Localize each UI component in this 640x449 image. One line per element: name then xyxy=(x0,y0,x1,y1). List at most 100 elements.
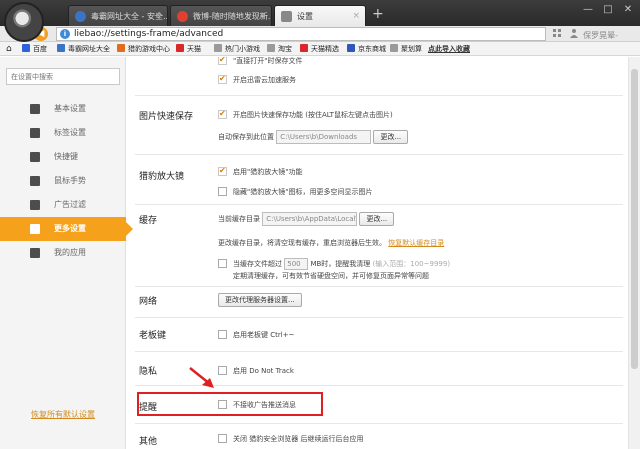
tmall-icon xyxy=(300,44,308,52)
gear-icon xyxy=(30,104,40,114)
divider xyxy=(135,317,623,318)
settings-sidebar: 基本设置 标签设置 快捷键 鼠标手势 广告过滤 更多设置 我的应用 恢复所有默认… xyxy=(0,57,133,449)
document-icon xyxy=(30,200,40,210)
image-save-row: 开启图片快速保存功能 (按住ALT鼠标左键点击图片) xyxy=(218,108,393,121)
cache-dir-input[interactable]: C:\Users\b\AppData\Local\lie xyxy=(262,212,358,226)
cache-limit-input[interactable]: 500 xyxy=(284,258,309,270)
user-icon[interactable] xyxy=(567,28,581,38)
navigation-bar: ◀ i liebao://settings-frame/advanced 保罗晃… xyxy=(0,26,640,42)
sidebar-item-advanced[interactable]: 更多设置 xyxy=(0,217,133,241)
section-title-network: 网络 xyxy=(139,297,158,307)
boss-key-checkbox[interactable] xyxy=(218,330,227,339)
scrollbar[interactable] xyxy=(628,57,640,449)
section-title-privacy: 隐私 xyxy=(139,367,158,377)
save-on-open-checkbox[interactable] xyxy=(218,57,227,66)
maximize-button[interactable]: □ xyxy=(598,4,618,15)
bookmark-baidu[interactable]: 百度 xyxy=(22,42,47,55)
sidebar-item-apps[interactable]: 我的应用 xyxy=(0,241,126,265)
cache-note: 更改缓存目录，将清空现有缓存，重启浏览器后生效。 xyxy=(218,239,386,247)
toolbar-right: 保罗晃晕- xyxy=(550,28,640,42)
tab-close-icon[interactable]: × xyxy=(154,6,162,26)
divider xyxy=(135,423,623,424)
proxy-settings-button[interactable]: 更改代理服务器设置... xyxy=(218,293,302,307)
boss-key-row: 启用老板键 Ctrl+~ xyxy=(218,329,294,341)
cache-limit-checkbox[interactable] xyxy=(218,259,227,268)
mouse-icon xyxy=(30,176,40,186)
pointer-arrow-icon xyxy=(189,367,214,388)
cache-limit-note: 定期清理缓存，可有效节省硬盘空间，并可修复页面异常等问题 xyxy=(233,272,429,280)
tab-close-icon[interactable]: × xyxy=(258,6,266,26)
magnifier-enable-checkbox[interactable] xyxy=(218,165,227,177)
folder-icon xyxy=(214,44,222,52)
bookmark-duba[interactable]: 毒霸网址大全 xyxy=(57,42,110,55)
cache-limit-row: 当缓存文件超过 500 MB时，提醒我清理 (输入范围：100~9999) xyxy=(218,258,450,270)
page-info-icon[interactable]: i xyxy=(60,29,70,39)
window-controls: — □ ✕ xyxy=(578,4,638,20)
keyboard-icon xyxy=(30,152,40,162)
sidebar-item-shortcuts[interactable]: 快捷键 xyxy=(0,145,126,169)
network-row: 更改代理服务器设置... xyxy=(218,293,302,307)
liebao-logo[interactable] xyxy=(4,2,44,42)
tab-weibo[interactable]: 微博-随时随地发现新... × xyxy=(170,5,272,26)
tab-close-icon[interactable]: × xyxy=(352,6,360,26)
sidebar-item-adblock[interactable]: 广告过滤 xyxy=(0,193,126,217)
section-title-cache: 缓存 xyxy=(139,216,158,226)
bookmark-tmall-select[interactable]: 天猫精选 xyxy=(300,42,339,55)
home-icon[interactable]: ⌂ xyxy=(6,42,12,55)
tab-settings[interactable]: 设置 × xyxy=(274,5,366,26)
xunlei-accel-row: 开启迅雷云加速服务 xyxy=(218,73,296,86)
do-not-track-checkbox[interactable] xyxy=(218,366,227,375)
address-bar[interactable]: i liebao://settings-frame/advanced xyxy=(56,27,546,41)
folder-icon xyxy=(267,44,275,52)
xunlei-accel-checkbox[interactable] xyxy=(218,73,227,85)
section-title-other: 其他 xyxy=(139,437,158,447)
sidebar-item-gestures[interactable]: 鼠标手势 xyxy=(0,169,126,193)
magnifier-hide-row: 隐藏"猎豹放大镜"图标，用更多空间显示图片 xyxy=(218,186,372,198)
minimize-button[interactable]: — xyxy=(578,4,598,15)
bookmark-games[interactable]: 猎豹游戏中心 xyxy=(117,42,170,55)
url-text[interactable]: liebao://settings-frame/advanced xyxy=(74,28,223,40)
cache-note-row: 更改缓存目录，将清空现有缓存，重启浏览器后生效。 恢复默认缓存目录 xyxy=(218,237,444,249)
games-icon xyxy=(117,44,125,52)
sidebar-item-basic[interactable]: 基本设置 xyxy=(0,97,126,121)
bookmark-juhuasuan[interactable]: 聚划算 xyxy=(390,42,422,55)
duba-icon xyxy=(57,44,65,52)
bookmark-taobao[interactable]: 淘宝 xyxy=(267,42,292,55)
close-window-button[interactable]: ✕ xyxy=(618,4,638,15)
new-tab-button[interactable]: + xyxy=(372,5,384,23)
scrollbar-thumb[interactable] xyxy=(631,69,638,369)
sidebar-item-tabs[interactable]: 标签设置 xyxy=(0,121,126,145)
image-save-path-input[interactable]: C:\Users\b\Downloads xyxy=(276,130,372,144)
image-save-checkbox[interactable] xyxy=(218,108,227,120)
bookmark-tmall[interactable]: 天猫 xyxy=(176,42,201,55)
weibo-favicon-icon xyxy=(177,11,188,22)
save-on-open-row: "直接打开"时保存文件 xyxy=(218,57,302,67)
section-title-boss-key: 老板键 xyxy=(139,331,167,341)
location-label: 自动保存到此位置 xyxy=(218,133,274,141)
divider xyxy=(135,286,623,287)
user-name[interactable]: 保罗晃晕- xyxy=(583,31,618,40)
magnifier-hide-checkbox[interactable] xyxy=(218,187,227,196)
image-save-location-row: 自动保存到此位置 C:\Users\b\Downloads 更改... xyxy=(218,130,409,144)
section-title-image-save: 图片快速保存 xyxy=(139,112,194,122)
bookmarks-bar: ⌂ 百度 毒霸网址大全 猎豹游戏中心 天猫 热门小游戏 淘宝 天猫精选 京东商城… xyxy=(0,42,640,56)
divider xyxy=(135,154,623,155)
wrench-icon xyxy=(30,224,40,234)
image-save-change-button[interactable]: 更改... xyxy=(373,130,409,144)
jd-icon xyxy=(347,44,355,52)
tab-duba-nav[interactable]: 毒霸网址大全 - 安全... × xyxy=(68,5,168,26)
section-title-magnifier: 猎豹放大镜 xyxy=(139,172,185,182)
restore-cache-dir-link[interactable]: 恢复默认缓存目录 xyxy=(388,239,444,247)
cache-limit-hint: (输入范围：100~9999) xyxy=(372,260,451,268)
highlight-box xyxy=(137,392,323,416)
bookmark-jd[interactable]: 京东商城 xyxy=(347,42,386,55)
settings-search-input[interactable] xyxy=(6,68,120,85)
background-apps-checkbox[interactable] xyxy=(218,434,227,443)
bookmark-minigames[interactable]: 热门小游戏 xyxy=(214,42,260,55)
reset-all-link[interactable]: 恢复所有默认设置 xyxy=(31,409,95,420)
cache-change-button[interactable]: 更改... xyxy=(359,212,395,226)
import-bookmarks-link[interactable]: 点此导入收藏 xyxy=(428,42,470,55)
grid-icon[interactable] xyxy=(550,28,564,38)
divider xyxy=(135,95,623,96)
tab-strip: 毒霸网址大全 - 安全... × 微博-随时随地发现新... × 设置 × + … xyxy=(0,0,640,42)
